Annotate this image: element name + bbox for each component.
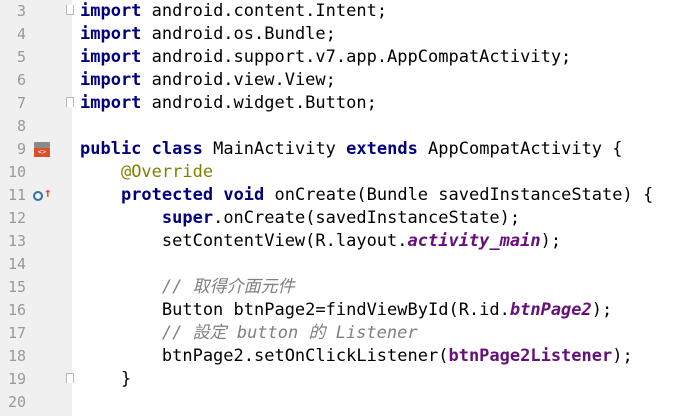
code-line[interactable]: }	[80, 368, 131, 391]
code-token: super	[161, 208, 214, 228]
line-number: 15	[7, 278, 26, 296]
code-line[interactable]: import android.support.v7.app.AppCompatA…	[80, 46, 571, 69]
code-token: import	[80, 24, 142, 44]
line-number: 16	[7, 301, 26, 319]
code-token: android.os.Bundle;	[141, 24, 336, 44]
line-number: 3	[16, 2, 26, 20]
gutter-row[interactable]: 3	[0, 0, 74, 23]
gutter-row[interactable]: 13	[0, 230, 72, 253]
gutter-row[interactable]: 10	[0, 161, 72, 184]
code-line[interactable]: btnPage2.setOnClickListener(btnPage2List…	[80, 345, 633, 368]
fold-marker-icon[interactable]	[66, 373, 74, 383]
gutter-row[interactable]: 19	[0, 368, 74, 391]
code-token: android.content.Intent;	[141, 1, 388, 21]
code-line[interactable]: protected void onCreate(Bundle savedInst…	[80, 184, 653, 207]
line-number: 10	[7, 163, 26, 181]
line-number: 20	[7, 393, 26, 411]
code-token: class	[151, 139, 203, 159]
editor-gutter[interactable]: 3 4 5 6 7 8 9 <> 10 11 ↑ 12 13 14 15 16 17 18 19 20	[0, 0, 74, 416]
code-token: android.widget.Button;	[141, 93, 377, 113]
gutter-row[interactable]: 6	[0, 69, 72, 92]
gutter-row[interactable]: 5	[0, 46, 72, 69]
code-token: }	[80, 369, 132, 389]
code-token: );	[612, 346, 633, 366]
code-token: );	[540, 231, 562, 251]
code-line[interactable]: public class MainActivity extends AppCom…	[80, 138, 623, 161]
code-token: setContentView(R.layout.	[80, 231, 408, 251]
gutter-row[interactable]: 11 ↑	[0, 184, 72, 207]
line-number: 7	[16, 94, 26, 112]
code-token: Button btnPage2=findViewById(R.id.	[80, 300, 510, 320]
code-token: // 取得介面元件	[161, 277, 295, 297]
code-token: // 設定 button 的 Listener	[161, 323, 418, 343]
fold-marker-icon[interactable]	[66, 5, 74, 15]
gutter-row[interactable]: 8	[0, 115, 72, 138]
code-token: );	[591, 300, 613, 320]
code-token: android.support.v7.app.AppCompatActivity…	[141, 47, 572, 67]
code-token: import	[80, 47, 142, 67]
code-token: void	[223, 185, 265, 205]
code-token: extends	[346, 139, 418, 159]
code-line[interactable]: // 取得介面元件	[80, 276, 295, 299]
code-token: btnPage2Listener	[448, 346, 613, 366]
code-token: AppCompatActivity {	[417, 139, 623, 159]
gutter-row[interactable]: 12	[0, 207, 72, 230]
line-number: 11	[7, 186, 26, 204]
gutter-row[interactable]: 20	[0, 391, 72, 414]
code-line[interactable]: import android.widget.Button;	[80, 92, 377, 115]
line-number: 5	[16, 48, 26, 66]
code-token: btnPage2.setOnClickListener(	[80, 346, 449, 366]
line-number: 14	[7, 255, 26, 273]
gutter-row[interactable]: 15	[0, 276, 72, 299]
code-token: import	[80, 93, 142, 113]
code-line[interactable]: @Override	[80, 161, 213, 184]
line-number: 19	[7, 370, 26, 388]
code-line[interactable]: // 設定 button 的 Listener	[80, 322, 418, 345]
gutter-row[interactable]: 9 <>	[0, 138, 72, 161]
code-token: MainActivity	[202, 139, 347, 159]
code-token: .onCreate(savedInstanceState);	[213, 208, 521, 228]
line-number: 17	[7, 324, 26, 342]
code-token: import	[80, 1, 142, 21]
implements-method-icon[interactable]: ↑	[33, 186, 55, 204]
line-number: 6	[16, 71, 26, 89]
code-token: public	[80, 139, 142, 159]
code-editor[interactable]: 3 4 5 6 7 8 9 <> 10 11 ↑ 12 13 14 15 16 17 18 19 20 import …	[0, 0, 699, 416]
code-token: import	[80, 70, 142, 90]
code-line[interactable]: import android.os.Bundle;	[80, 23, 336, 46]
gutter-row[interactable]: 14	[0, 253, 72, 276]
run-activity-icon[interactable]: <>	[34, 142, 52, 158]
gutter-row[interactable]: 7	[0, 92, 74, 115]
code-line[interactable]: super.onCreate(savedInstanceState);	[80, 207, 520, 230]
line-number: 13	[7, 232, 26, 250]
code-line[interactable]: Button btnPage2=findViewById(R.id.btnPag…	[80, 299, 612, 322]
line-number: 9	[16, 140, 26, 158]
code-line[interactable]: setContentView(R.layout.activity_main);	[80, 230, 561, 253]
fold-marker-icon[interactable]	[66, 97, 74, 107]
code-token: onCreate(Bundle savedInstanceState) {	[264, 185, 654, 205]
line-number: 18	[7, 347, 26, 365]
code-token: activity_main	[407, 231, 541, 251]
gutter-row[interactable]: 17	[0, 322, 72, 345]
code-token: android.view.View;	[141, 70, 336, 90]
code-token: btnPage2	[509, 300, 592, 320]
line-number: 12	[7, 209, 26, 227]
code-token: protected	[120, 185, 214, 205]
code-token: @Override	[120, 162, 214, 182]
gutter-row[interactable]: 18	[0, 345, 72, 368]
gutter-row[interactable]: 16	[0, 299, 72, 322]
code-line[interactable]: import android.content.Intent;	[80, 0, 387, 23]
line-number: 8	[16, 117, 26, 135]
code-line[interactable]: import android.view.View;	[80, 69, 336, 92]
line-number: 4	[16, 25, 26, 43]
gutter-row[interactable]: 4	[0, 23, 72, 46]
